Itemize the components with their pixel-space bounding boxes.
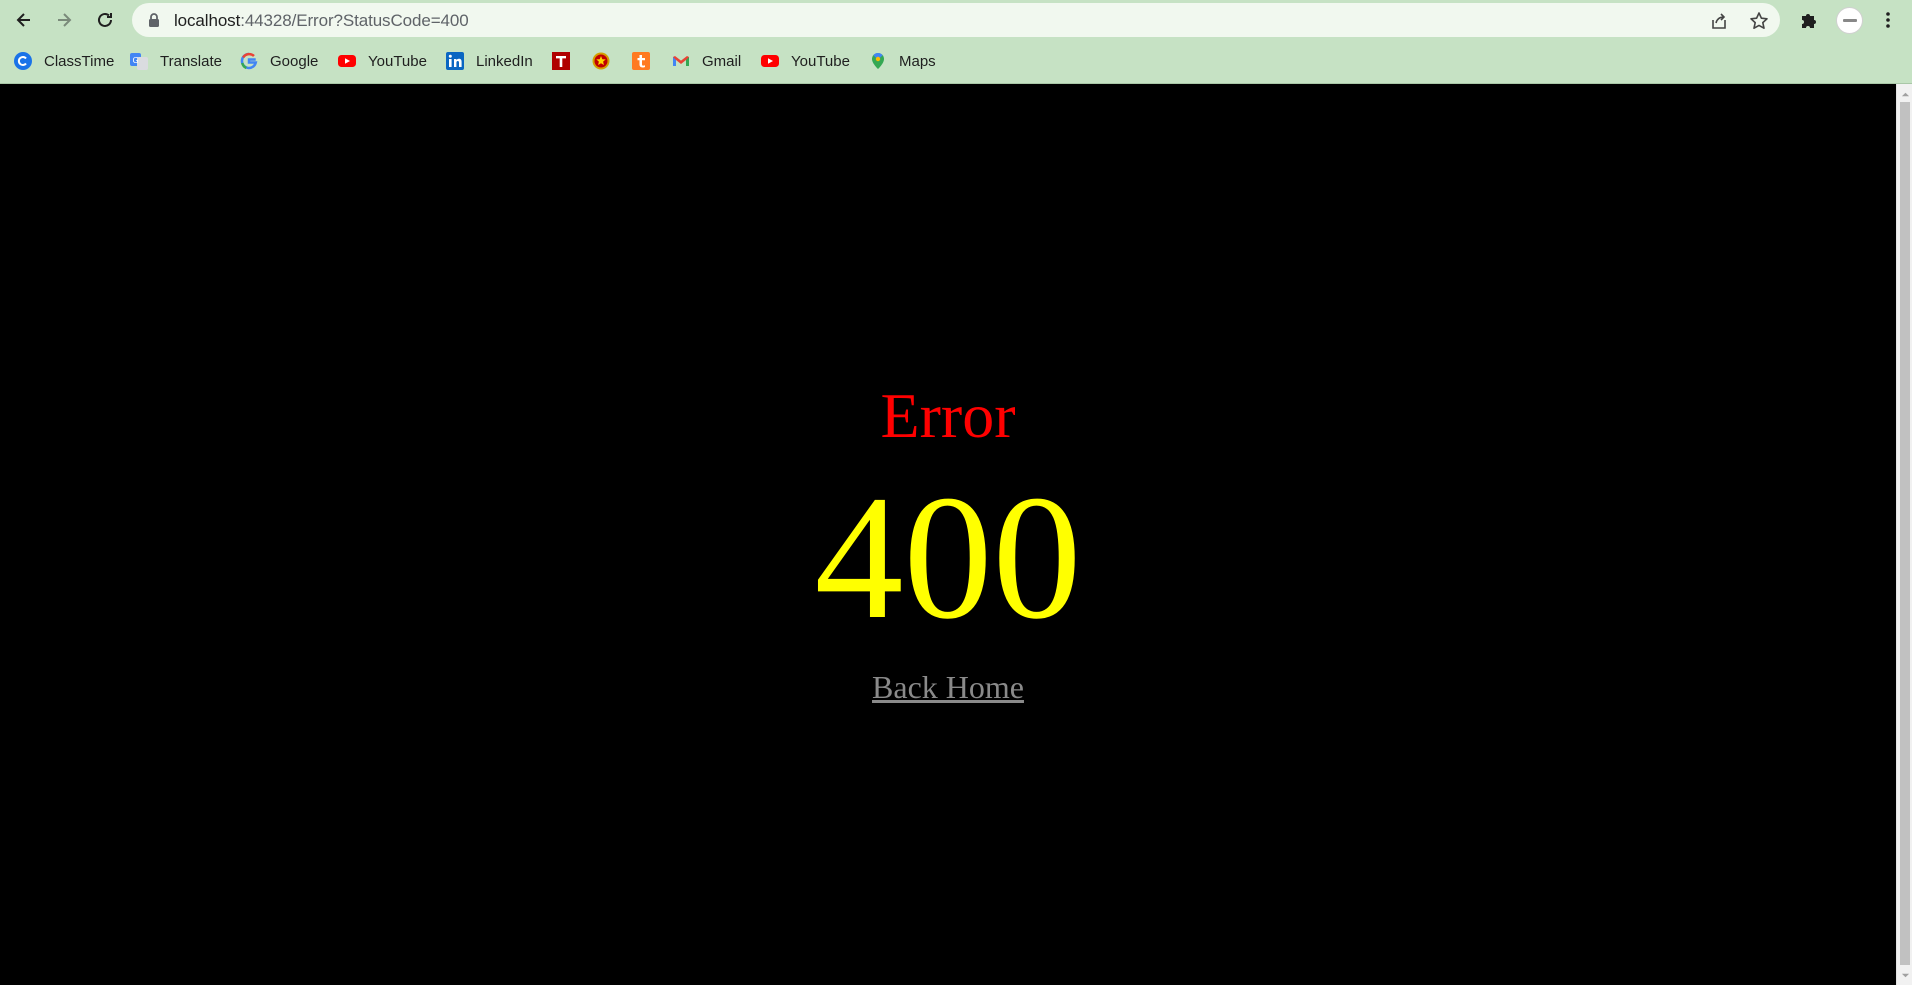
back-arrow-icon bbox=[16, 13, 30, 27]
puzzle-icon bbox=[1802, 14, 1816, 28]
share-icon[interactable] bbox=[1709, 11, 1729, 31]
forward-arrow-icon bbox=[58, 13, 72, 27]
browser-menu-button[interactable] bbox=[1876, 8, 1900, 32]
bookmark-label: YouTube bbox=[368, 52, 427, 70]
forward-button[interactable] bbox=[48, 4, 80, 36]
bookmark-label: ClassTime bbox=[44, 52, 115, 70]
linkedin-icon bbox=[446, 52, 464, 70]
bookmark-t-orange[interactable] bbox=[632, 50, 650, 72]
address-url[interactable]: localhost:44328/Error?StatusCode=400 bbox=[174, 11, 469, 31]
browser-chrome: localhost:44328/Error?StatusCode=400 Cla… bbox=[0, 0, 1912, 84]
lock-icon bbox=[149, 13, 159, 27]
bookmark-linkedin[interactable]: LinkedIn bbox=[446, 50, 533, 72]
bookmark-youtube-2[interactable]: YouTube bbox=[761, 50, 850, 72]
bookmark-label: LinkedIn bbox=[476, 52, 533, 70]
scroll-up-arrow[interactable] bbox=[1897, 86, 1912, 102]
back-home-container: Back Home bbox=[0, 671, 1896, 703]
classtime-icon bbox=[14, 52, 32, 70]
bookmark-google[interactable]: Google bbox=[240, 50, 318, 72]
gmail-icon bbox=[672, 52, 690, 70]
emblem-icon bbox=[592, 52, 610, 70]
bookmark-youtube[interactable]: YouTube bbox=[338, 50, 427, 72]
back-button[interactable] bbox=[8, 4, 40, 36]
avatar-mark bbox=[1842, 19, 1857, 22]
reload-icon bbox=[98, 12, 112, 27]
maps-icon bbox=[869, 52, 887, 70]
bookmark-t-red[interactable] bbox=[552, 50, 570, 72]
svg-text:G: G bbox=[133, 56, 139, 65]
bookmark-translate[interactable]: G Translate bbox=[130, 50, 222, 72]
error-status-code: 400 bbox=[814, 458, 1082, 656]
bookmark-emblem[interactable] bbox=[592, 50, 610, 72]
error-title: Error bbox=[880, 380, 1016, 451]
bookmark-gmail[interactable]: Gmail bbox=[672, 50, 741, 72]
browser-toolbar: localhost:44328/Error?StatusCode=400 bbox=[0, 0, 1912, 40]
youtube-icon bbox=[761, 52, 779, 70]
translate-icon: G bbox=[130, 52, 148, 70]
extensions-button[interactable] bbox=[1797, 8, 1821, 32]
bookmarks-bar: ClassTime G Translate Google YouTube Lin… bbox=[0, 46, 1912, 76]
back-home-link[interactable]: Back Home bbox=[872, 669, 1024, 705]
caret-up-icon bbox=[1901, 92, 1909, 96]
youtube-icon bbox=[338, 52, 356, 70]
kebab-menu-icon bbox=[1886, 12, 1890, 28]
bookmark-maps[interactable]: Maps bbox=[869, 50, 936, 72]
google-icon bbox=[240, 52, 258, 70]
bookmark-label: Translate bbox=[160, 52, 222, 70]
page-viewport: Error 400 Back Home bbox=[0, 84, 1896, 985]
bookmark-label: Google bbox=[270, 52, 319, 70]
scroll-down-arrow[interactable] bbox=[1897, 967, 1912, 983]
bookmark-label: YouTube bbox=[791, 52, 850, 70]
t-orange-icon bbox=[632, 52, 650, 70]
bookmark-label: Gmail bbox=[702, 52, 742, 70]
t-red-icon bbox=[552, 52, 570, 70]
reload-button[interactable] bbox=[89, 4, 121, 36]
url-host: localhost bbox=[174, 11, 241, 30]
bookmark-label: Maps bbox=[899, 52, 936, 70]
bookmark-star-icon[interactable] bbox=[1749, 11, 1769, 31]
address-bar[interactable]: localhost:44328/Error?StatusCode=400 bbox=[132, 3, 1780, 37]
scroll-thumb[interactable] bbox=[1900, 102, 1910, 965]
bookmark-classtime[interactable]: ClassTime bbox=[14, 50, 114, 72]
vertical-scrollbar[interactable] bbox=[1896, 84, 1912, 985]
profile-avatar[interactable] bbox=[1836, 7, 1863, 34]
caret-down-icon bbox=[1901, 973, 1909, 977]
url-path: :44328/Error?StatusCode=400 bbox=[240, 11, 469, 30]
